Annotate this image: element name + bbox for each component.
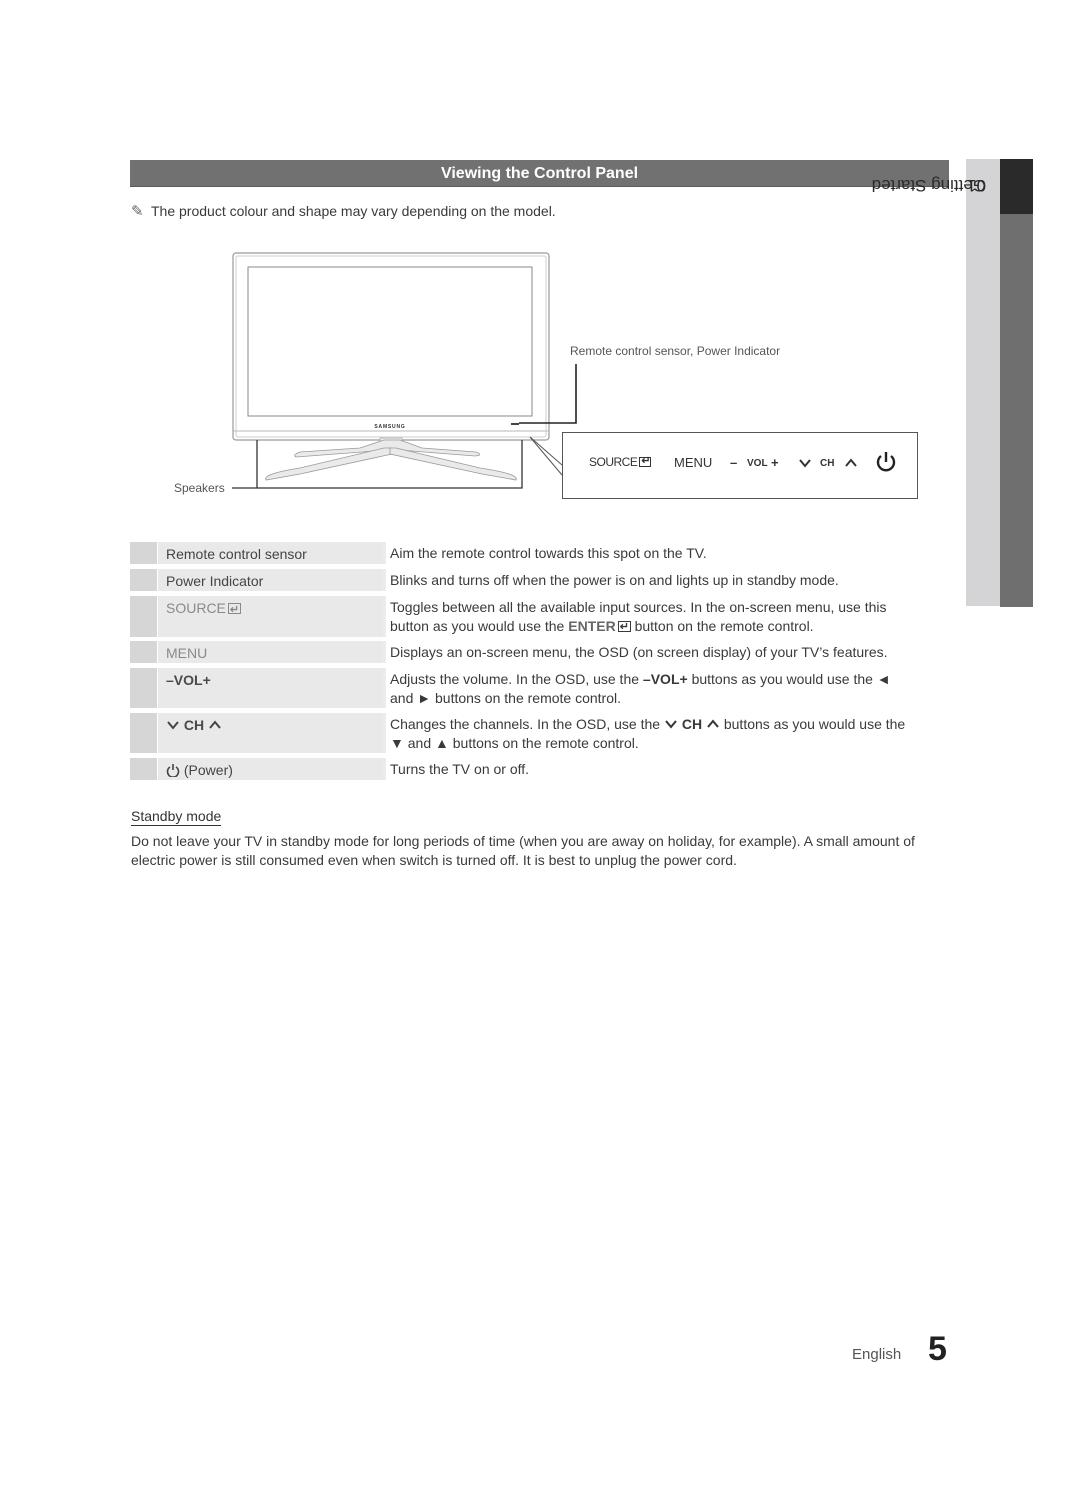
row-key: Power Indicator bbox=[158, 569, 383, 591]
desc-line: ▼ and ▲ buttons on the remote control. bbox=[390, 735, 639, 751]
desc-line: Toggles between all the available input … bbox=[390, 599, 887, 615]
power-icon[interactable] bbox=[874, 450, 898, 474]
ch-label: CH bbox=[681, 716, 703, 732]
table-row: SOURCE Toggles between all the available… bbox=[130, 596, 950, 637]
chevron-up-icon[interactable] bbox=[844, 458, 858, 468]
row-desc: Aim the remote control towards this spot… bbox=[390, 545, 707, 561]
strip-source-button[interactable]: SOURCE bbox=[589, 454, 652, 469]
standby-heading: Standby mode bbox=[131, 808, 222, 826]
speakers-callout-label: Speakers bbox=[174, 481, 225, 495]
strip-menu-button[interactable]: MENU bbox=[674, 455, 712, 470]
row-key: CH bbox=[158, 713, 383, 753]
row-key: (Power) bbox=[158, 758, 383, 780]
row-desc: Changes the channels. In the OSD, use th… bbox=[390, 713, 950, 753]
strip-vol-up-button[interactable]: + bbox=[771, 455, 779, 470]
vol-label: VOL bbox=[650, 671, 680, 687]
desc-line: button as you would use the bbox=[390, 618, 569, 634]
table-row: Remote control sensor Aim the remote con… bbox=[130, 542, 950, 564]
row-key: –VOL+ bbox=[158, 668, 383, 708]
sensor-callout-label: Remote control sensor, Power Indicator bbox=[570, 344, 781, 358]
page-number: 5 bbox=[928, 1330, 947, 1368]
power-label: (Power) bbox=[183, 762, 233, 778]
table-row: Power Indicator Blinks and turns off whe… bbox=[130, 569, 950, 591]
chevron-up-icon bbox=[209, 720, 221, 729]
row-desc: Displays an on-screen menu, the OSD (on … bbox=[390, 644, 888, 660]
desc-line: Adjusts the volume. In the OSD, use the bbox=[390, 671, 643, 687]
tv-screen bbox=[247, 266, 533, 417]
vol-minus: – bbox=[166, 672, 174, 688]
ch-label: CH bbox=[183, 717, 205, 733]
row-key: MENU bbox=[158, 641, 383, 663]
tv-diagram: SAMSUNG bbox=[232, 252, 577, 489]
source-label: SOURCE bbox=[166, 600, 226, 616]
desc-line: and ► buttons on the remote control. bbox=[390, 690, 621, 706]
strip-vol-label: VOL bbox=[747, 458, 768, 469]
row-desc: Toggles between all the available input … bbox=[390, 596, 950, 637]
table-row: CH Changes the channels. In the OSD, use… bbox=[130, 713, 950, 753]
standby-body: Do not leave your TV in standby mode for… bbox=[131, 833, 915, 868]
power-icon bbox=[166, 764, 180, 778]
row-desc: Adjusts the volume. In the OSD, use the … bbox=[390, 671, 891, 706]
table-row: MENU Displays an on-screen menu, the OSD… bbox=[130, 641, 950, 663]
enter-label: ENTER bbox=[568, 618, 616, 634]
vol-plus: + bbox=[202, 672, 211, 688]
strip-vol-down-button[interactable]: – bbox=[730, 455, 737, 470]
table-row: –VOL+ Adjusts the volume. In the OSD, us… bbox=[130, 668, 950, 708]
chevron-up-icon bbox=[707, 719, 719, 728]
desc-line: buttons as you would use the bbox=[719, 716, 906, 732]
row-desc: Blinks and turns off when the power is o… bbox=[390, 572, 839, 588]
strip-ch-label: CH bbox=[820, 458, 835, 469]
enter-icon bbox=[227, 600, 241, 620]
row-key: SOURCE bbox=[158, 596, 383, 637]
chevron-down-icon bbox=[167, 721, 179, 730]
power-indicator-led bbox=[511, 423, 519, 425]
desc-line: Changes the channels. In the OSD, use th… bbox=[390, 716, 664, 732]
row-key: Remote control sensor bbox=[158, 542, 383, 564]
brand-logo: SAMSUNG bbox=[374, 424, 405, 430]
strip-source-label: SOURCE bbox=[589, 455, 638, 469]
vol-label: VOL bbox=[173, 672, 203, 688]
enter-icon bbox=[617, 618, 631, 637]
table-row: (Power) Turns the TV on or off. bbox=[130, 758, 950, 780]
row-desc: Turns the TV on or off. bbox=[390, 761, 530, 777]
chevron-down-icon bbox=[665, 720, 677, 729]
footer-language: English bbox=[852, 1346, 902, 1363]
desc-line: buttons as you would use the ◄ bbox=[687, 671, 891, 687]
desc-line: button on the remote control. bbox=[630, 618, 814, 634]
enter-icon bbox=[639, 454, 652, 467]
chevron-down-icon[interactable] bbox=[798, 458, 812, 468]
